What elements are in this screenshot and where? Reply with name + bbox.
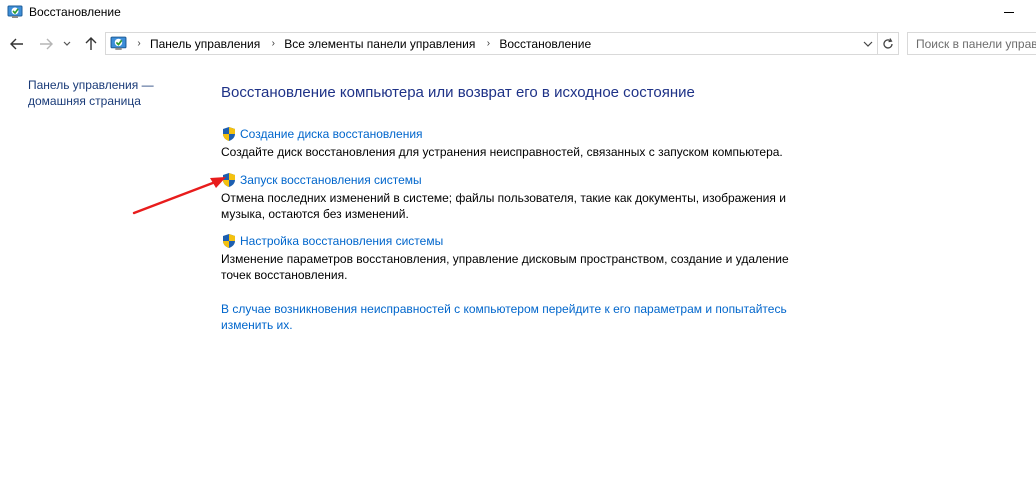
recent-locations-button[interactable]	[60, 34, 74, 54]
title-bar: Восстановление	[0, 0, 1036, 24]
breadcrumb-separator-icon[interactable]: ›	[266, 38, 280, 49]
configure-system-restore-link[interactable]: Настройка восстановления системы	[240, 234, 443, 248]
annotation-arrow-icon	[132, 177, 226, 215]
address-history-dropdown[interactable]	[863, 38, 873, 48]
page-title: Восстановление компьютера или возврат ег…	[221, 84, 695, 101]
up-arrow-icon	[85, 37, 97, 50]
recovery-icon	[7, 4, 23, 20]
back-arrow-icon	[10, 38, 23, 50]
task-description: Создайте диск восстановления для устране…	[221, 145, 783, 159]
minimize-button[interactable]	[996, 2, 1036, 22]
start-system-restore-link[interactable]: Запуск восстановления системы	[240, 173, 422, 187]
address-bar[interactable]: › Панель управления › Все элементы панел…	[105, 32, 878, 55]
uac-shield-icon	[223, 234, 235, 248]
breadcrumb-control-panel[interactable]: Панель управления	[146, 37, 266, 51]
breadcrumb-separator-icon[interactable]: ›	[132, 38, 146, 49]
up-button[interactable]	[81, 34, 101, 54]
refresh-icon	[883, 37, 893, 49]
create-recovery-drive-link[interactable]: Создание диска восстановления	[240, 127, 423, 141]
window-title: Восстановление	[29, 5, 121, 19]
breadcrumb: › Панель управления › Все элементы панел…	[132, 33, 597, 54]
chevron-down-icon	[63, 41, 71, 46]
breadcrumb-recovery[interactable]: Восстановление	[495, 37, 597, 51]
task-create-recovery-drive: Создание диска восстановления Создайте д…	[221, 125, 801, 160]
uac-shield-icon	[223, 127, 235, 141]
task-description: Отмена последних изменений в системе; фа…	[221, 191, 786, 221]
control-panel-home-link[interactable]: Панель управления — домашняя страница	[28, 77, 168, 109]
forward-button[interactable]	[36, 34, 56, 54]
task-start-system-restore: Запуск восстановления системы Отмена пос…	[221, 171, 801, 222]
chevron-down-icon	[863, 41, 873, 47]
task-configure-system-restore: Настройка восстановления системы Изменен…	[221, 232, 801, 283]
reset-pc-link[interactable]: В случае возникновения неисправностей с …	[221, 301, 796, 333]
control-panel-icon	[110, 35, 127, 52]
back-button[interactable]	[7, 34, 27, 54]
refresh-button[interactable]	[878, 32, 899, 55]
search-input[interactable]	[907, 32, 1036, 55]
breadcrumb-separator-icon[interactable]: ›	[481, 38, 495, 49]
breadcrumb-all-items[interactable]: Все элементы панели управления	[280, 37, 481, 51]
left-pane: Панель управления — домашняя страница	[28, 77, 188, 109]
navigation-bar: › Панель управления › Все элементы панел…	[0, 28, 1036, 60]
task-description: Изменение параметров восстановления, упр…	[221, 252, 789, 282]
forward-arrow-icon	[40, 38, 53, 50]
